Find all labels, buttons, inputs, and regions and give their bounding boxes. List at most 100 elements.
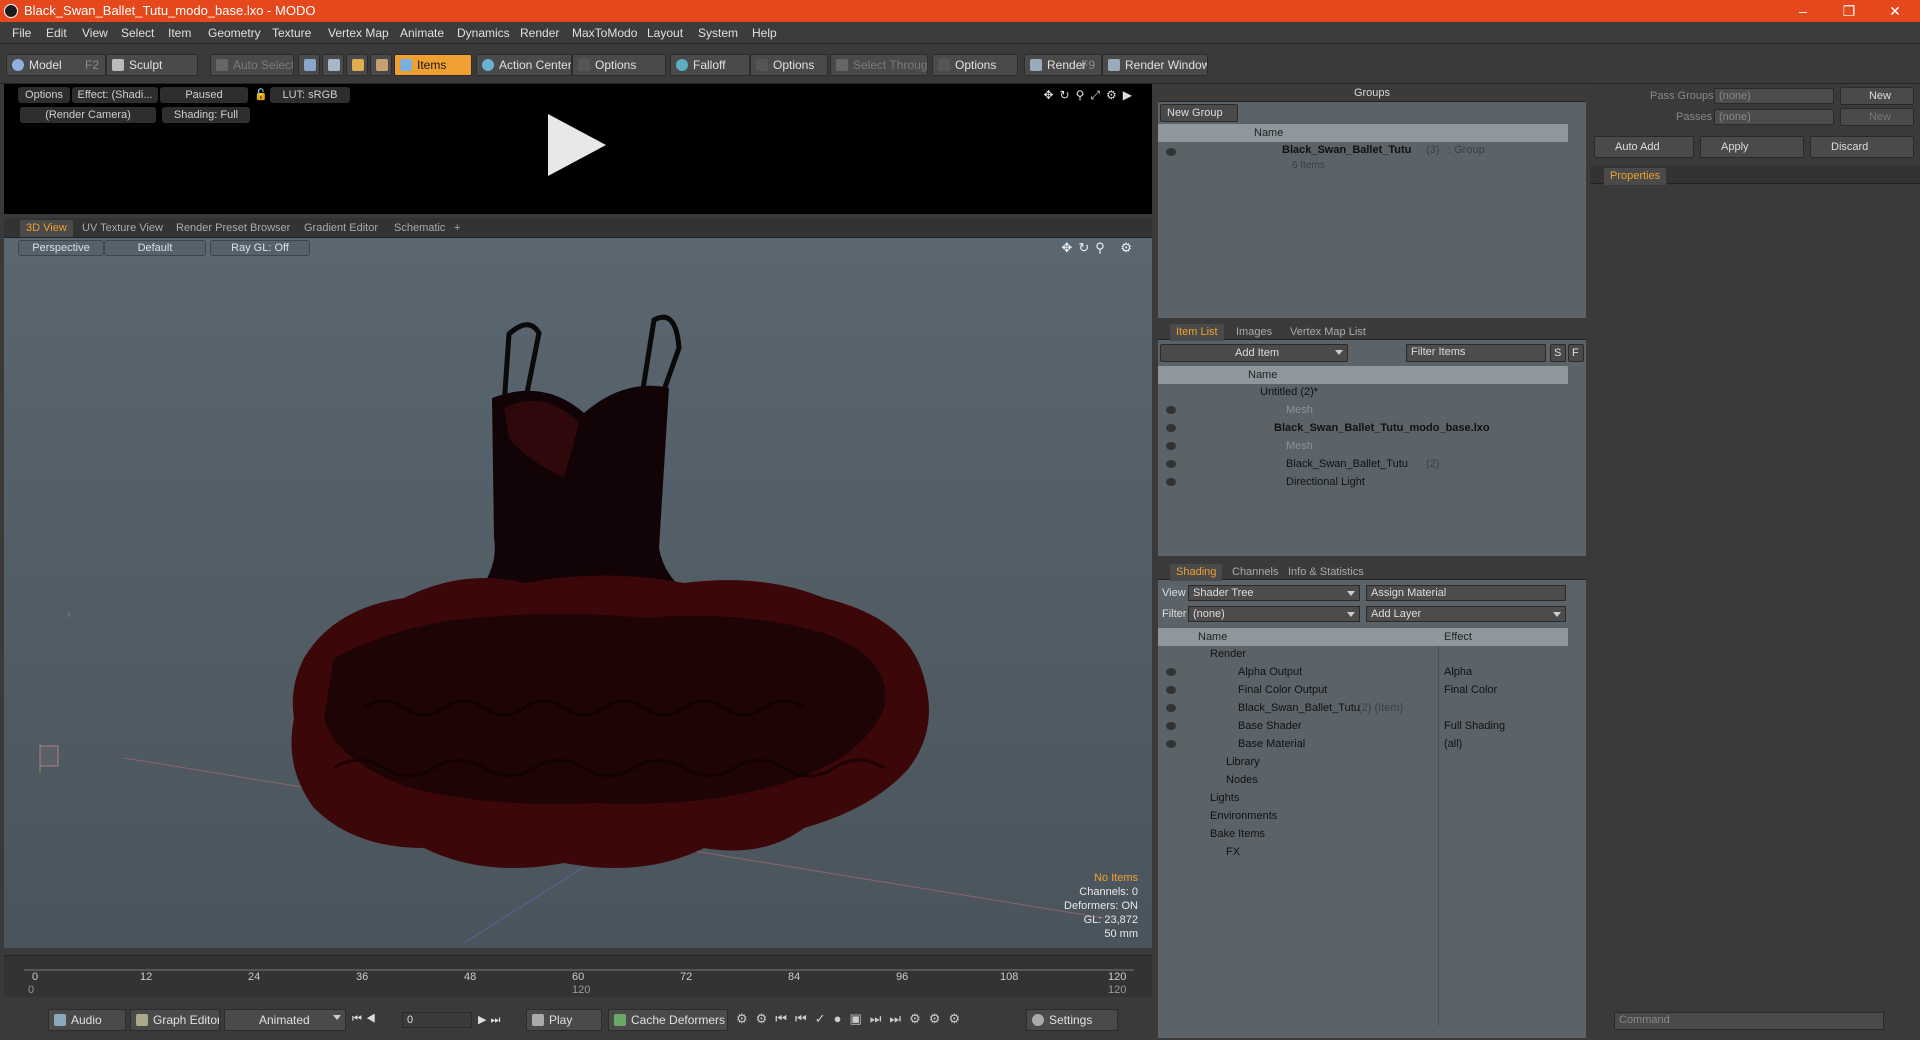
new-pass-button[interactable]: New [1840, 108, 1914, 126]
lut-dropdown[interactable]: LUT: sRGB [270, 87, 350, 103]
menu-select[interactable]: Select [121, 26, 154, 40]
eye-icon[interactable] [1166, 722, 1176, 730]
list-item[interactable]: Black_Swan_Ballet_Tutu_modo_base.lxo [1158, 420, 1568, 438]
tab-render-preset-browser[interactable]: Render Preset Browser [170, 220, 296, 237]
menu-texture[interactable]: Texture [272, 26, 311, 40]
shader-tree-row[interactable]: Black_Swan_Ballet_Tutu (2) (Item) [1158, 700, 1568, 718]
shading-dropdown[interactable]: Shading: Full [162, 107, 250, 123]
list-item[interactable]: Directional Light [1158, 474, 1568, 492]
action-center-options-button[interactable]: Options [572, 54, 666, 76]
animated-dropdown[interactable]: Animated [224, 1009, 346, 1031]
edges-mode-button[interactable] [322, 54, 344, 76]
list-item[interactable]: Mesh [1158, 402, 1568, 420]
menu-geometry[interactable]: Geometry [208, 26, 261, 40]
tab-3d-view[interactable]: 3D View [20, 220, 73, 237]
filter-items-input[interactable]: Filter Items [1406, 344, 1546, 362]
cache-deformers-button[interactable]: Cache Deformers [608, 1009, 728, 1031]
preview-options-button[interactable]: Options [18, 87, 70, 103]
shader-tree-row[interactable]: Library [1158, 754, 1568, 772]
filter-dropdown[interactable]: (none) [1188, 606, 1360, 622]
add-layer-dropdown[interactable]: Add Layer [1366, 606, 1566, 622]
list-item[interactable]: Black_Swan_Ballet_Tutu (2) [1158, 456, 1568, 474]
discard-button[interactable]: Discard [1810, 136, 1914, 158]
shader-tree-row[interactable]: Final Color Output Final Color [1158, 682, 1568, 700]
view-dropdown[interactable]: Shader Tree [1188, 585, 1360, 601]
settings-button[interactable]: Settings [1026, 1009, 1118, 1031]
materials-mode-button[interactable] [370, 54, 392, 76]
vertices-mode-button[interactable] [298, 54, 320, 76]
preview-effect-dropdown[interactable]: Effect: (Shadi... [72, 87, 158, 103]
eye-icon[interactable] [1166, 478, 1176, 486]
auto-add-button[interactable]: Auto Add [1594, 136, 1694, 158]
eye-icon[interactable] [1166, 668, 1176, 676]
menu-view[interactable]: View [82, 26, 108, 40]
shader-tree-row[interactable]: Base Shader Full Shading [1158, 718, 1568, 736]
menu-item[interactable]: Item [168, 26, 191, 40]
shader-tree-row[interactable]: Lights [1158, 790, 1568, 808]
select-through-button[interactable]: Select Through [830, 54, 928, 76]
minimize-button[interactable]: – [1780, 0, 1826, 22]
lock-icon[interactable]: 🔓 [254, 87, 268, 103]
render-camera-dropdown[interactable]: (Render Camera) [20, 107, 156, 123]
items-mode-button[interactable]: Items [394, 54, 472, 76]
shader-tree-row[interactable]: Environments [1158, 808, 1568, 826]
tab-gradient-editor[interactable]: Gradient Editor [298, 220, 384, 237]
list-item[interactable]: Mesh [1158, 438, 1568, 456]
menu-dynamics[interactable]: Dynamics [457, 26, 510, 40]
restore-button[interactable]: ❐ [1826, 0, 1872, 22]
timeline[interactable]: 0 12 24 36 48 60 72 84 96 108 120 0 120 … [4, 955, 1152, 997]
tab-channels[interactable]: Channels [1226, 564, 1284, 581]
preview-view-controls[interactable]: ✥↻⚲⤢⚙▶ [1044, 88, 1139, 103]
shader-tree-row[interactable]: Nodes [1158, 772, 1568, 790]
tab-info-statistics[interactable]: Info & Statistics [1282, 564, 1370, 581]
tab-item-list[interactable]: Item List [1170, 324, 1224, 341]
preview-paused-toggle[interactable]: Paused [160, 87, 248, 103]
action-center-button[interactable]: Action Center [476, 54, 572, 76]
transport-start-buttons[interactable]: ⏮◀ [352, 1013, 392, 1026]
render-window-button[interactable]: Render Window [1102, 54, 1208, 76]
apply-button[interactable]: Apply [1700, 136, 1804, 158]
auto-select-button[interactable]: Auto Select [210, 54, 294, 76]
falloff-options-button[interactable]: Options [750, 54, 828, 76]
play-icon[interactable] [544, 110, 608, 180]
render-button[interactable]: Render F9 [1024, 54, 1102, 76]
eye-icon[interactable] [1166, 406, 1176, 414]
close-button[interactable]: ✕ [1872, 0, 1918, 22]
s-button[interactable]: S [1550, 344, 1566, 362]
assign-material-button[interactable]: Assign Material [1366, 585, 1566, 601]
add-tab-icon[interactable]: + [448, 220, 466, 237]
menu-help[interactable]: Help [752, 26, 777, 40]
menu-edit[interactable]: Edit [46, 26, 67, 40]
group-row[interactable]: Black_Swan_Ballet_Tutu (3) : Group [1158, 144, 1568, 162]
polygons-mode-button[interactable] [346, 54, 368, 76]
tab-vertex-map-list[interactable]: Vertex Map List [1284, 324, 1372, 341]
tab-uv-texture-view[interactable]: UV Texture View [76, 220, 169, 237]
frame-field[interactable]: 0 [402, 1012, 472, 1028]
tab-shading[interactable]: Shading [1170, 564, 1223, 581]
eye-icon[interactable] [1166, 442, 1176, 450]
menu-vertex-map[interactable]: Vertex Map [328, 26, 389, 40]
sculpt-mode-button[interactable]: Sculpt [106, 54, 198, 76]
graph-editor-button[interactable]: Graph Editor [130, 1009, 220, 1031]
shader-tree-row[interactable]: Alpha Output Alpha [1158, 664, 1568, 682]
shader-tree-row[interactable]: Base Material (all) [1158, 736, 1568, 754]
menu-file[interactable]: File [12, 26, 31, 40]
pass-groups-dropdown[interactable]: (none) [1714, 88, 1834, 104]
menu-system[interactable]: System [698, 26, 738, 40]
shader-tree-row[interactable]: FX [1158, 844, 1568, 862]
menu-animate[interactable]: Animate [400, 26, 444, 40]
f-button[interactable]: F [1568, 344, 1584, 362]
tab-schematic[interactable]: Schematic [388, 220, 451, 237]
add-item-dropdown[interactable]: Add Item [1160, 344, 1348, 362]
eye-icon[interactable] [1166, 740, 1176, 748]
menu-maxtomodo[interactable]: MaxToModo [572, 26, 637, 40]
audio-button[interactable]: Audio [48, 1009, 126, 1031]
transport-end-buttons[interactable]: ▶⏭ [478, 1013, 522, 1027]
model-mode-button[interactable]: Model F2 [6, 54, 106, 76]
eye-icon[interactable] [1166, 424, 1176, 432]
new-pass-group-button[interactable]: New [1840, 87, 1914, 105]
tab-images[interactable]: Images [1230, 324, 1278, 341]
eye-icon[interactable] [1166, 460, 1176, 468]
eye-icon[interactable] [1166, 704, 1176, 712]
tab-properties[interactable]: Properties [1604, 168, 1667, 185]
